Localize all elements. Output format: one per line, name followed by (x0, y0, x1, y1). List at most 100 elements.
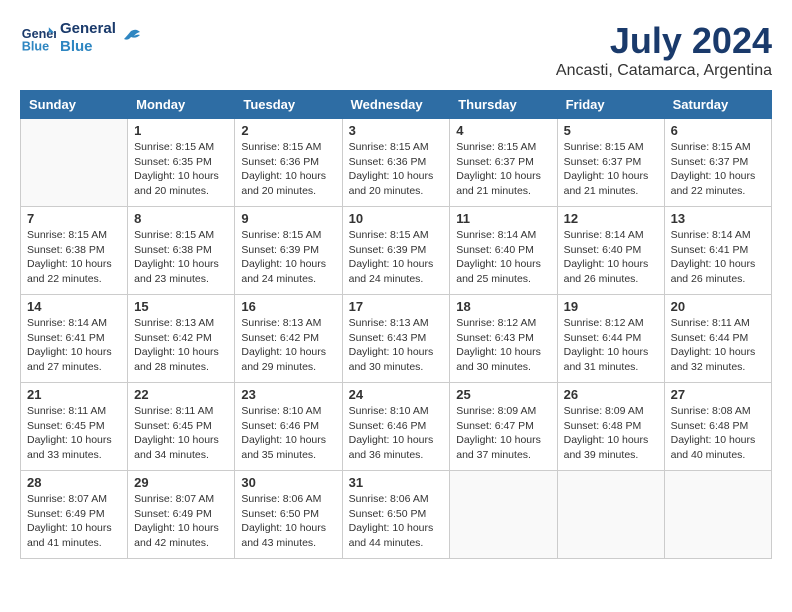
day-number: 27 (671, 387, 765, 402)
day-number: 30 (241, 475, 335, 490)
day-info: Sunrise: 8:06 AM Sunset: 6:50 PM Dayligh… (241, 492, 335, 551)
day-info: Sunrise: 8:06 AM Sunset: 6:50 PM Dayligh… (349, 492, 444, 551)
day-info: Sunrise: 8:11 AM Sunset: 6:44 PM Dayligh… (671, 316, 765, 375)
day-number: 21 (27, 387, 121, 402)
day-number: 26 (564, 387, 658, 402)
day-info: Sunrise: 8:15 AM Sunset: 6:37 PM Dayligh… (456, 140, 550, 199)
calendar-cell: 15 Sunrise: 8:13 AM Sunset: 6:42 PM Dayli… (128, 295, 235, 383)
calendar-cell: 1Sunrise: 8:15 AM Sunset: 6:35 PM Daylig… (128, 119, 235, 207)
day-number: 16 (241, 299, 335, 314)
title-section: July 2024 Ancasti, Catamarca, Argentina (556, 20, 772, 80)
weekday-header-friday: Friday (557, 91, 664, 119)
month-year-title: July 2024 (556, 20, 772, 62)
calendar-cell: 23Sunrise: 8:10 AM Sunset: 6:46 PM Dayli… (235, 383, 342, 471)
calendar-cell: 11Sunrise: 8:14 AM Sunset: 6:40 PM Dayli… (450, 207, 557, 295)
calendar-cell: 31Sunrise: 8:06 AM Sunset: 6:50 PM Dayli… (342, 471, 450, 559)
weekday-header-saturday: Saturday (664, 91, 771, 119)
logo-general: General (60, 20, 116, 38)
calendar-cell: 30 Sunrise: 8:06 AM Sunset: 6:50 PM Dayli… (235, 471, 342, 559)
day-info: Sunrise: 8:15 AM Sunset: 6:39 PM Dayligh… (349, 228, 444, 287)
day-info: Sunrise: 8:11 AM Sunset: 6:45 PM Dayligh… (134, 404, 228, 463)
day-number: 4 (456, 123, 550, 138)
day-number: 14 (27, 299, 121, 314)
week-row-1: 1Sunrise: 8:15 AM Sunset: 6:35 PM Daylig… (21, 119, 772, 207)
day-info: Sunrise: 8:15 AM Sunset: 6:36 PM Dayligh… (349, 140, 444, 199)
weekday-header-tuesday: Tuesday (235, 91, 342, 119)
day-info: Sunrise: 8:15 AM Sunset: 6:38 PM Dayligh… (27, 228, 121, 287)
location-subtitle: Ancasti, Catamarca, Argentina (556, 62, 772, 80)
day-info: Sunrise: 8:13 AM Sunset: 6:43 PM Dayligh… (349, 316, 444, 375)
day-info: Sunrise: 8:07 AM Sunset: 6:49 PM Dayligh… (134, 492, 228, 551)
calendar-cell: 5 Sunrise: 8:15 AM Sunset: 6:37 PM Daylig… (557, 119, 664, 207)
day-info: Sunrise: 8:12 AM Sunset: 6:43 PM Dayligh… (456, 316, 550, 375)
calendar-cell (450, 471, 557, 559)
day-number: 24 (349, 387, 444, 402)
day-info: Sunrise: 8:09 AM Sunset: 6:48 PM Dayligh… (564, 404, 658, 463)
day-number: 15 (134, 299, 228, 314)
day-info: Sunrise: 8:15 AM Sunset: 6:37 PM Dayligh… (671, 140, 765, 199)
day-number: 6 (671, 123, 765, 138)
weekday-header-monday: Monday (128, 91, 235, 119)
day-number: 17 (349, 299, 444, 314)
day-number: 22 (134, 387, 228, 402)
day-info: Sunrise: 8:14 AM Sunset: 6:40 PM Dayligh… (564, 228, 658, 287)
day-info: Sunrise: 8:09 AM Sunset: 6:47 PM Dayligh… (456, 404, 550, 463)
calendar-cell: 7 Sunrise: 8:15 AM Sunset: 6:38 PM Daylig… (21, 207, 128, 295)
calendar-cell: 17 Sunrise: 8:13 AM Sunset: 6:43 PM Dayli… (342, 295, 450, 383)
day-number: 7 (27, 211, 121, 226)
day-info: Sunrise: 8:10 AM Sunset: 6:46 PM Dayligh… (349, 404, 444, 463)
calendar-cell: 14Sunrise: 8:14 AM Sunset: 6:41 PM Dayli… (21, 295, 128, 383)
calendar-cell: 28Sunrise: 8:07 AM Sunset: 6:49 PM Dayli… (21, 471, 128, 559)
calendar-cell: 10 Sunrise: 8:15 AM Sunset: 6:39 PM Dayli… (342, 207, 450, 295)
day-info: Sunrise: 8:15 AM Sunset: 6:39 PM Dayligh… (241, 228, 335, 287)
logo: General Blue General Blue (20, 20, 142, 56)
week-row-3: 14Sunrise: 8:14 AM Sunset: 6:41 PM Dayli… (21, 295, 772, 383)
page-header: General Blue General Blue July 2024 Anca… (20, 20, 772, 80)
calendar-cell: 19 Sunrise: 8:12 AM Sunset: 6:44 PM Dayli… (557, 295, 664, 383)
day-number: 3 (349, 123, 444, 138)
week-row-2: 7 Sunrise: 8:15 AM Sunset: 6:38 PM Daylig… (21, 207, 772, 295)
day-info: Sunrise: 8:15 AM Sunset: 6:37 PM Dayligh… (564, 140, 658, 199)
weekday-header-row: SundayMondayTuesdayWednesdayThursdayFrid… (21, 91, 772, 119)
day-info: Sunrise: 8:08 AM Sunset: 6:48 PM Dayligh… (671, 404, 765, 463)
day-info: Sunrise: 8:14 AM Sunset: 6:40 PM Dayligh… (456, 228, 550, 287)
day-info: Sunrise: 8:12 AM Sunset: 6:44 PM Dayligh… (564, 316, 658, 375)
day-number: 2 (241, 123, 335, 138)
day-info: Sunrise: 8:15 AM Sunset: 6:35 PM Dayligh… (134, 140, 228, 199)
calendar-cell: 27 Sunrise: 8:08 AM Sunset: 6:48 PM Dayli… (664, 383, 771, 471)
day-number: 9 (241, 211, 335, 226)
calendar-cell: 4 Sunrise: 8:15 AM Sunset: 6:37 PM Daylig… (450, 119, 557, 207)
calendar-cell (664, 471, 771, 559)
calendar-cell: 16Sunrise: 8:13 AM Sunset: 6:42 PM Dayli… (235, 295, 342, 383)
day-info: Sunrise: 8:14 AM Sunset: 6:41 PM Dayligh… (671, 228, 765, 287)
day-info: Sunrise: 8:15 AM Sunset: 6:36 PM Dayligh… (241, 140, 335, 199)
calendar-cell: 6 Sunrise: 8:15 AM Sunset: 6:37 PM Daylig… (664, 119, 771, 207)
day-number: 8 (134, 211, 228, 226)
calendar-cell: 9 Sunrise: 8:15 AM Sunset: 6:39 PM Daylig… (235, 207, 342, 295)
day-info: Sunrise: 8:11 AM Sunset: 6:45 PM Dayligh… (27, 404, 121, 463)
day-number: 12 (564, 211, 658, 226)
day-info: Sunrise: 8:13 AM Sunset: 6:42 PM Dayligh… (134, 316, 228, 375)
day-info: Sunrise: 8:15 AM Sunset: 6:38 PM Dayligh… (134, 228, 228, 287)
calendar-cell: 2 Sunrise: 8:15 AM Sunset: 6:36 PM Daylig… (235, 119, 342, 207)
calendar-cell: 8 Sunrise: 8:15 AM Sunset: 6:38 PM Daylig… (128, 207, 235, 295)
calendar-cell: 24 Sunrise: 8:10 AM Sunset: 6:46 PM Dayli… (342, 383, 450, 471)
day-number: 10 (349, 211, 444, 226)
calendar-cell: 21 Sunrise: 8:11 AM Sunset: 6:45 PM Dayli… (21, 383, 128, 471)
logo-blue: Blue (60, 38, 116, 56)
day-number: 5 (564, 123, 658, 138)
calendar-cell: 12 Sunrise: 8:14 AM Sunset: 6:40 PM Dayli… (557, 207, 664, 295)
day-number: 19 (564, 299, 658, 314)
logo-bird-icon (120, 27, 142, 49)
calendar-table: SundayMondayTuesdayWednesdayThursdayFrid… (20, 90, 772, 559)
calendar-cell: 20 Sunrise: 8:11 AM Sunset: 6:44 PM Dayli… (664, 295, 771, 383)
day-number: 20 (671, 299, 765, 314)
day-number: 25 (456, 387, 550, 402)
calendar-cell (557, 471, 664, 559)
day-number: 18 (456, 299, 550, 314)
calendar-cell: 18 Sunrise: 8:12 AM Sunset: 6:43 PM Dayli… (450, 295, 557, 383)
calendar-cell: 25 Sunrise: 8:09 AM Sunset: 6:47 PM Dayli… (450, 383, 557, 471)
weekday-header-sunday: Sunday (21, 91, 128, 119)
day-number: 28 (27, 475, 121, 490)
day-number: 29 (134, 475, 228, 490)
